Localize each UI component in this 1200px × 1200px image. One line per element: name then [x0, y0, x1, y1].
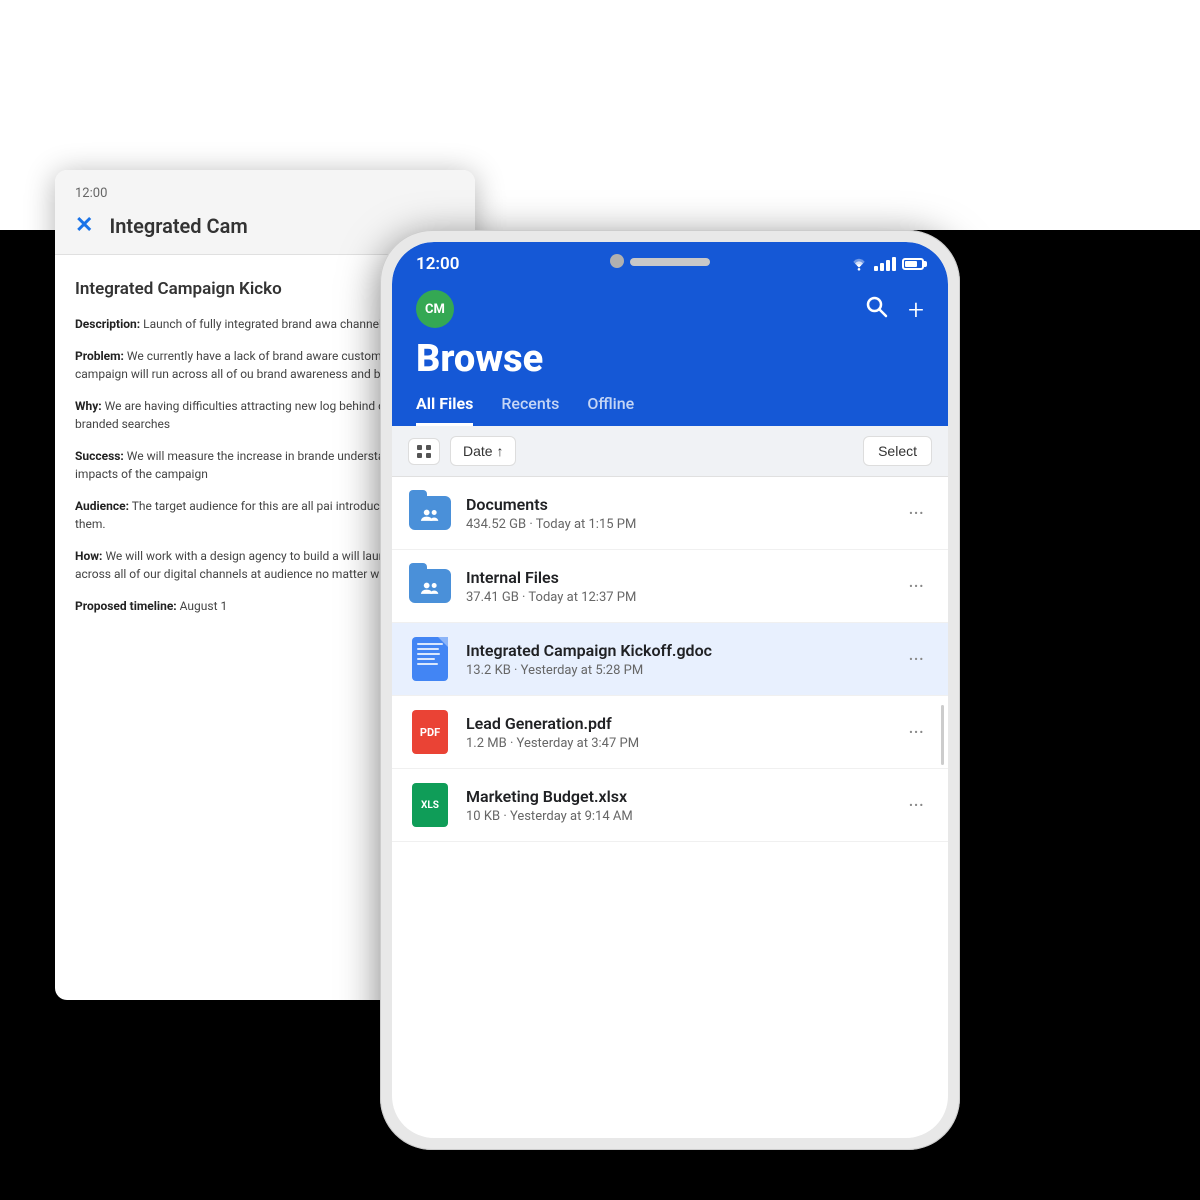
folder-icon-documents: [408, 491, 452, 535]
back-doc-time: 12:00: [75, 186, 455, 201]
pdf-file-icon: PDF: [412, 710, 448, 754]
file-info-campaign-kickoff: Integrated Campaign Kickoff.gdoc 13.2 KB…: [466, 641, 900, 678]
xlsx-file-icon: XLS: [412, 783, 448, 827]
more-button-marketing-budget[interactable]: ···: [900, 789, 932, 821]
grid-dot: [426, 453, 431, 458]
file-name-campaign-kickoff: Integrated Campaign Kickoff.gdoc: [466, 641, 900, 660]
wifi-icon: [850, 257, 868, 271]
xlsx-icon-marketing-budget: XLS: [408, 783, 452, 827]
grid-dot: [417, 453, 422, 458]
file-name-internal-files: Internal Files: [466, 568, 900, 587]
file-name-marketing-budget: Marketing Budget.xlsx: [466, 787, 900, 806]
more-button-lead-generation[interactable]: ···: [900, 716, 932, 748]
browse-title: Browse: [416, 340, 924, 378]
phone-frame: 12:00: [380, 230, 960, 1150]
avatar[interactable]: CM: [416, 290, 454, 328]
file-meta-marketing-budget: 10 KB · Yesterday at 9:14 AM: [466, 809, 900, 824]
file-meta-internal-files: 37.41 GB · Today at 12:37 PM: [466, 590, 900, 605]
pdf-icon-lead-generation: PDF: [408, 710, 452, 754]
file-info-internal-files: Internal Files 37.41 GB · Today at 12:37…: [466, 568, 900, 605]
file-meta-lead-generation: 1.2 MB · Yesterday at 3:47 PM: [466, 736, 900, 751]
select-button[interactable]: Select: [863, 436, 932, 466]
close-icon[interactable]: ✕: [75, 213, 93, 238]
file-item-lead-generation[interactable]: PDF Lead Generation.pdf 1.2 MB · Yesterd…: [392, 696, 948, 769]
more-button-documents[interactable]: ···: [900, 497, 932, 529]
scroll-bar: [941, 705, 944, 765]
signal-bars-icon: [874, 257, 896, 271]
phone-outer: 12:00: [380, 230, 960, 1150]
tab-all-files[interactable]: All Files: [416, 394, 473, 426]
grid-icon: [417, 445, 431, 458]
file-info-marketing-budget: Marketing Budget.xlsx 10 KB · Yesterday …: [466, 787, 900, 824]
search-icon[interactable]: [864, 294, 888, 324]
folder-users-icon: [420, 508, 440, 526]
folder-icon: [409, 569, 451, 603]
battery-icon: [902, 258, 924, 270]
file-item-internal-files[interactable]: Internal Files 37.41 GB · Today at 12:37…: [392, 550, 948, 623]
folder-icon-internal-files: [408, 564, 452, 608]
gdoc-file-icon: [412, 637, 448, 681]
header-actions: +: [864, 293, 924, 326]
file-name-documents: Documents: [466, 495, 900, 514]
status-icons: [850, 257, 924, 271]
file-item-marketing-budget[interactable]: XLS Marketing Budget.xlsx 10 KB · Yester…: [392, 769, 948, 842]
folder-icon: [409, 496, 451, 530]
file-info-lead-generation: Lead Generation.pdf 1.2 MB · Yesterday a…: [466, 714, 900, 751]
app-header: CM + Browse: [392, 282, 948, 394]
app-header-top: CM +: [416, 290, 924, 328]
status-time: 12:00: [416, 254, 459, 274]
add-icon[interactable]: +: [908, 293, 924, 326]
speaker: [630, 258, 710, 266]
toolbar: Date ↑ Select: [392, 426, 948, 477]
more-button-campaign-kickoff[interactable]: ···: [900, 643, 932, 675]
camera-icon: [610, 254, 624, 268]
phone-inner: 12:00: [392, 242, 948, 1138]
folder-users-icon: [420, 581, 440, 599]
tabs-bar: All Files Recents Offline: [392, 394, 948, 426]
file-meta-documents: 434.52 GB · Today at 1:15 PM: [466, 517, 900, 532]
file-item-documents[interactable]: Documents 434.52 GB · Today at 1:15 PM ·…: [392, 477, 948, 550]
back-doc-title: Integrated Cam: [109, 214, 247, 238]
grid-dot: [426, 445, 431, 450]
toolbar-left: Date ↑: [408, 436, 516, 466]
file-meta-campaign-kickoff: 13.2 KB · Yesterday at 5:28 PM: [466, 663, 900, 678]
tab-recents[interactable]: Recents: [501, 394, 559, 426]
file-item-campaign-kickoff[interactable]: Integrated Campaign Kickoff.gdoc 13.2 KB…: [392, 623, 948, 696]
tab-offline[interactable]: Offline: [587, 394, 634, 426]
gdoc-icon-campaign-kickoff: [408, 637, 452, 681]
phone-screen: 12:00: [392, 242, 948, 1138]
sort-button[interactable]: Date ↑: [450, 436, 516, 466]
file-name-lead-generation: Lead Generation.pdf: [466, 714, 900, 733]
grid-view-button[interactable]: [408, 438, 440, 465]
more-button-internal-files[interactable]: ···: [900, 570, 932, 602]
grid-dot: [417, 445, 422, 450]
file-list: Documents 434.52 GB · Today at 1:15 PM ·…: [392, 477, 948, 1138]
file-info-documents: Documents 434.52 GB · Today at 1:15 PM: [466, 495, 900, 532]
